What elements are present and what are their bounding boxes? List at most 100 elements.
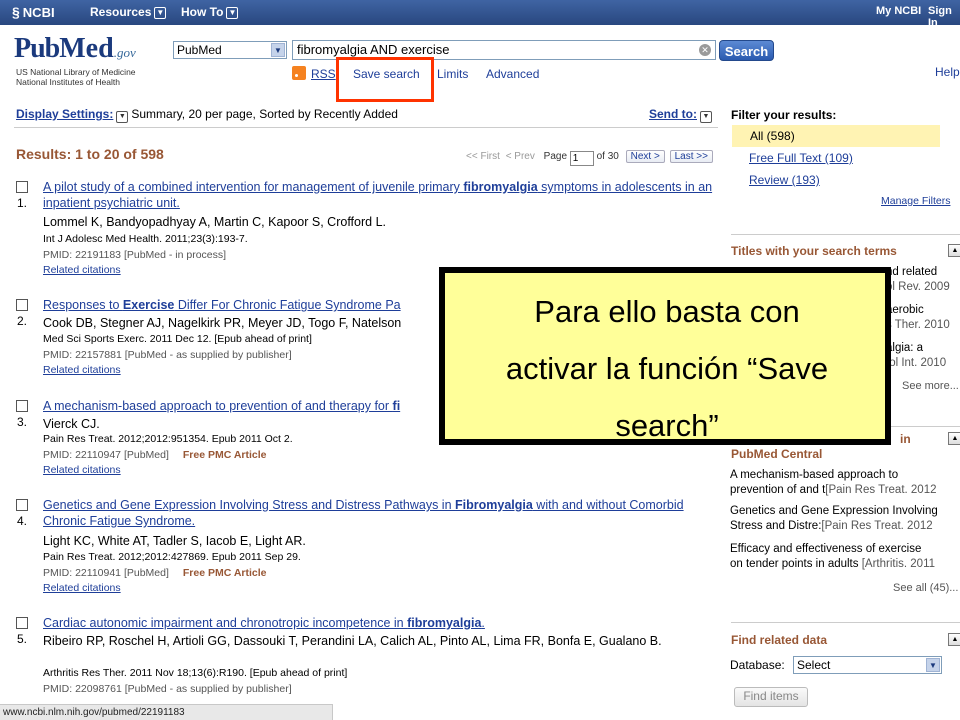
divider [731,234,960,235]
title-snippet-source: tol Int. 2010 [886,357,947,369]
display-settings: Display Settings: ▼ Summary, 20 per page, … [16,107,716,123]
page-number-input[interactable]: 1 [569,151,594,166]
manage-filters-link[interactable]: Manage Filters [881,195,950,207]
result-authors: Ribeiro RP, Roschel H, Artioli GG, Dasso… [43,634,662,648]
result-title-link[interactable]: Genetics and Gene Expression Involving S… [43,497,713,529]
title-snippet-source: s Ther. 2010 [886,319,950,331]
find-related-title: Find related data [731,633,828,647]
chevron-down-icon: ▼ [154,7,167,19]
result-number: 5. [17,632,28,646]
next-page-button[interactable]: Next > [625,150,665,163]
results-count: Results: 1 to 20 of 598 [16,146,164,162]
page-total: of 30 [596,151,619,162]
pmc-item-link[interactable]: A mechanism-based approach to [730,468,898,483]
limits-link[interactable]: Limits [437,67,468,81]
chevron-down-icon[interactable]: ▼ [116,111,129,123]
see-all-link[interactable]: See all (45)... [893,582,958,594]
result-pmid: PMID: 22191183 [PubMed - in process] [43,249,227,261]
pmc-item-link[interactable]: Efficacy and effectiveness of exercise [730,542,921,557]
find-items-button[interactable]: Find items [734,687,808,707]
result-number: 3. [17,415,28,429]
result-checkbox[interactable] [16,299,28,311]
result-checkbox[interactable] [16,617,28,629]
divider [731,622,960,623]
clear-icon[interactable]: ✕ [699,44,711,56]
free-pmc-article-link[interactable]: Free PMC Article [183,567,267,579]
status-bar-url: www.ncbi.nlm.nih.gov/pubmed/22191183 [0,704,333,720]
collapse-icon[interactable]: ▲ [948,633,960,646]
display-settings-link[interactable]: Display Settings: [16,107,113,121]
pmc-item-line: on tender points in adults [Arthritis. 2… [730,558,936,570]
database-select[interactable]: PubMed ▼ [173,41,287,59]
chevron-down-icon: ▼ [271,43,285,57]
logo-subtitle-nlm: US National Library of Medicine [16,67,136,77]
help-link[interactable]: Help [935,65,960,79]
related-database-select[interactable]: Select ▼ [793,656,942,674]
pmc-item-link[interactable]: Genetics and Gene Expression Involving [730,504,938,519]
filter-all-selected[interactable]: All (598) [732,125,940,147]
see-more-link[interactable]: See more... [902,380,959,392]
prev-page-link[interactable]: < Prev [506,151,535,162]
last-page-button[interactable]: Last >> [669,150,713,163]
filter-review[interactable]: Review (193) [749,173,820,187]
result-checkbox[interactable] [16,499,28,511]
titles-section-title: Titles with your search terms [731,244,897,258]
result-number: 2. [17,314,28,328]
search-button[interactable]: Search [719,40,774,61]
result-authors: Lommel K, Bandyopadhyay A, Martin C, Kap… [43,215,386,229]
search-header: PubMed.gov US National Library of Medici… [0,25,960,95]
result-journal: Pain Res Treat. 2012;2012:951354. Epub 2… [43,433,293,445]
result-title-link[interactable]: Cardiac autonomic impairment and chronot… [43,615,713,631]
divider [14,127,718,128]
filter-free-full-text[interactable]: Free Full Text (109) [749,151,853,165]
title-snippet-source: ol Rev. 2009 [886,281,950,293]
result-pmid: PMID: 22098761 [PubMed - as supplied by … [43,683,292,695]
ncbi-logo[interactable]: § NCBI [12,4,55,20]
ncbi-helix-icon: § [12,4,20,20]
result-pmid: PMID: 22110947 [PubMed] Free PMC Article [43,449,267,461]
result-journal: Pain Res Treat. 2012;2012:427869. Epub 2… [43,551,301,563]
ncbi-top-bar: § NCBI Resources ▼ How To ▼ My NCBI Sign In [0,0,960,29]
page-label: Page [543,151,568,162]
my-ncbi-link[interactable]: My NCBI [876,5,921,17]
callout-text: Para ello basta con activar la función “… [441,283,893,454]
title-snippet: nd related [886,266,938,278]
result-pmid: PMID: 22110941 [PubMed] Free PMC Article [43,567,267,579]
collapse-icon[interactable]: ▲ [948,432,960,445]
callout-line: search” [615,408,719,443]
rss-icon[interactable] [292,66,306,80]
resources-menu[interactable]: Resources ▼ [90,5,167,19]
chevron-down-icon: ▼ [226,7,239,19]
pmc-section-title-tail: in [900,432,911,446]
related-citations-link[interactable]: Related citations [43,363,121,377]
logo-subtitle-nih: National Institutes of Health [16,77,120,87]
collapse-icon[interactable]: ▲ [948,244,960,257]
result-checkbox[interactable] [16,400,28,412]
pubmed-logo[interactable]: PubMed.gov US National Library of Medici… [14,33,136,87]
free-pmc-article-link[interactable]: Free PMC Article [183,449,267,461]
result-checkbox[interactable] [16,181,28,193]
related-citations-link[interactable]: Related citations [43,463,121,477]
related-citations-link[interactable]: Related citations [43,581,121,595]
pmc-item-line: prevention of and t[Pain Res Treat. 2012 [730,484,937,496]
related-citations-link[interactable]: Related citations [43,263,121,277]
rss-link[interactable]: RSS [311,67,336,81]
result-pmid: PMID: 22157881 [PubMed - as supplied by … [43,349,292,361]
callout-line: activar la función “Save [505,351,829,386]
advanced-link[interactable]: Advanced [486,67,539,81]
how-to-menu[interactable]: How To ▼ [181,5,239,19]
first-page-link[interactable]: << First [466,151,500,162]
result-authors: Light KC, White AT, Tadler S, Iacob E, L… [43,534,306,548]
callout-line: Para ello basta con [534,294,800,329]
display-settings-value: Summary, 20 per page, Sorted by Recently… [131,107,398,121]
chevron-down-icon: ▼ [700,111,712,123]
result-title-link[interactable]: A pilot study of a combined intervention… [43,179,713,211]
result-journal: Int J Adolesc Med Health. 2011;23(3):193… [43,233,248,245]
pagination: << First < Prev Page 1 of 30 Next > Last… [466,150,713,166]
result-journal: Med Sci Sports Exerc. 2011 Dec 12. [Epub… [43,333,312,345]
result-journal: Arthritis Res Ther. 2011 Nov 18;13(6):R1… [43,667,348,679]
result-number: 4. [17,514,28,528]
chevron-down-icon: ▼ [926,658,940,672]
save-search-highlight [336,57,434,102]
send-to-link[interactable]: Send to: ▼ [649,107,715,123]
